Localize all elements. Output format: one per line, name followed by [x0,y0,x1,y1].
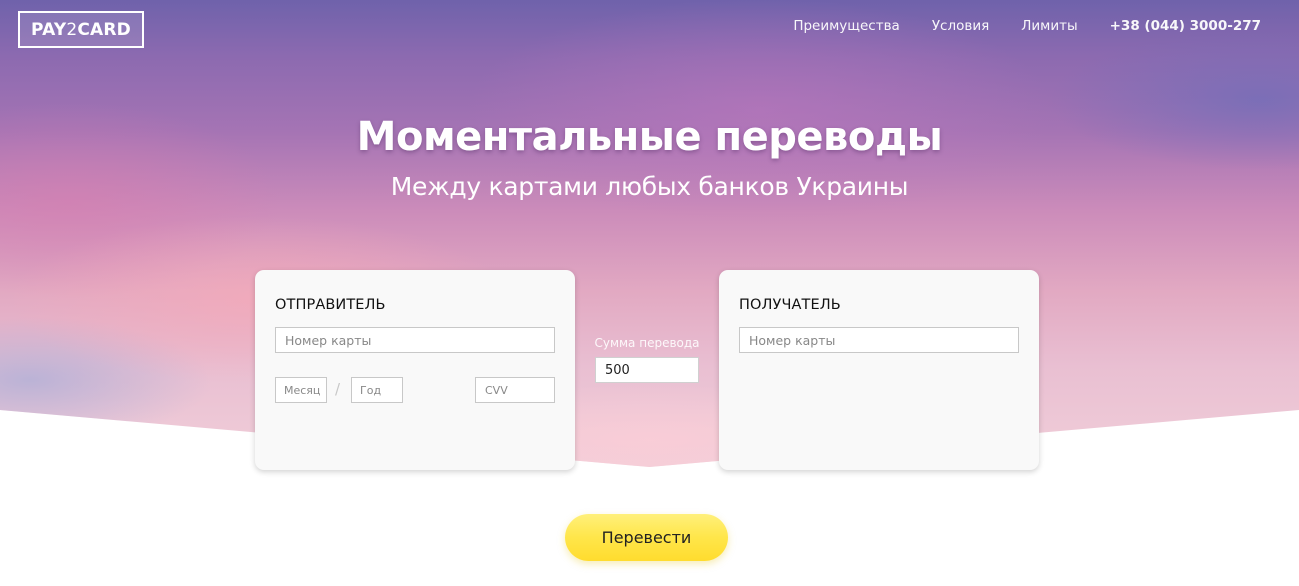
hero-background [0,0,1299,467]
receiver-title: ПОЛУЧАТЕЛЬ [739,297,841,313]
expiry-year-placeholder: Год [360,383,382,397]
nav-link-conditions[interactable]: Условия [932,18,989,34]
receiver-card-number-input[interactable]: Номер карты [739,327,1019,353]
logo-text-card: CARD [77,19,131,40]
cvv-input[interactable]: CVV [475,377,555,403]
expiry-month-input[interactable]: Месяц [275,377,327,403]
hero-subtitle: Между картами любых банков Украины [390,172,909,201]
amount-value: 500 [605,362,630,378]
expiry-year-input[interactable]: Год [351,377,403,403]
logo-text-2: 2 [66,19,78,40]
sender-card: ОТПРАВИТЕЛЬ Номер карты Месяц / Год CVV [255,270,575,470]
page: PAY 2 CARD Преимущества Условия Лимиты +38… [0,0,1299,586]
phone-link[interactable]: +38 (044) 3000-277 [1110,18,1261,34]
receiver-card: ПОЛУЧАТЕЛЬ Номер карты [719,270,1039,470]
hero-title: Моментальные переводы [356,114,943,160]
sender-card-number-input[interactable]: Номер карты [275,327,555,353]
logo-text-pay: PAY [30,19,67,40]
cvv-placeholder: CVV [485,383,508,397]
main-nav: Преимущества Условия Лимиты +38 (044) 30… [761,18,1261,34]
amount-label: Сумма перевода [594,336,700,350]
sender-title: ОТПРАВИТЕЛЬ [275,297,386,313]
nav-link-advantages[interactable]: Преимущества [793,18,900,34]
amount-input[interactable]: 500 [595,357,699,383]
nav-link-limits[interactable]: Лимиты [1021,18,1077,34]
logo[interactable]: PAY 2 CARD [18,11,144,48]
transfer-button[interactable]: Перевести [565,514,728,561]
expiry-separator: / [335,380,341,398]
expiry-month-placeholder: Месяц [284,383,321,397]
sender-card-number-placeholder: Номер карты [285,332,372,348]
receiver-card-number-placeholder: Номер карты [749,332,836,348]
